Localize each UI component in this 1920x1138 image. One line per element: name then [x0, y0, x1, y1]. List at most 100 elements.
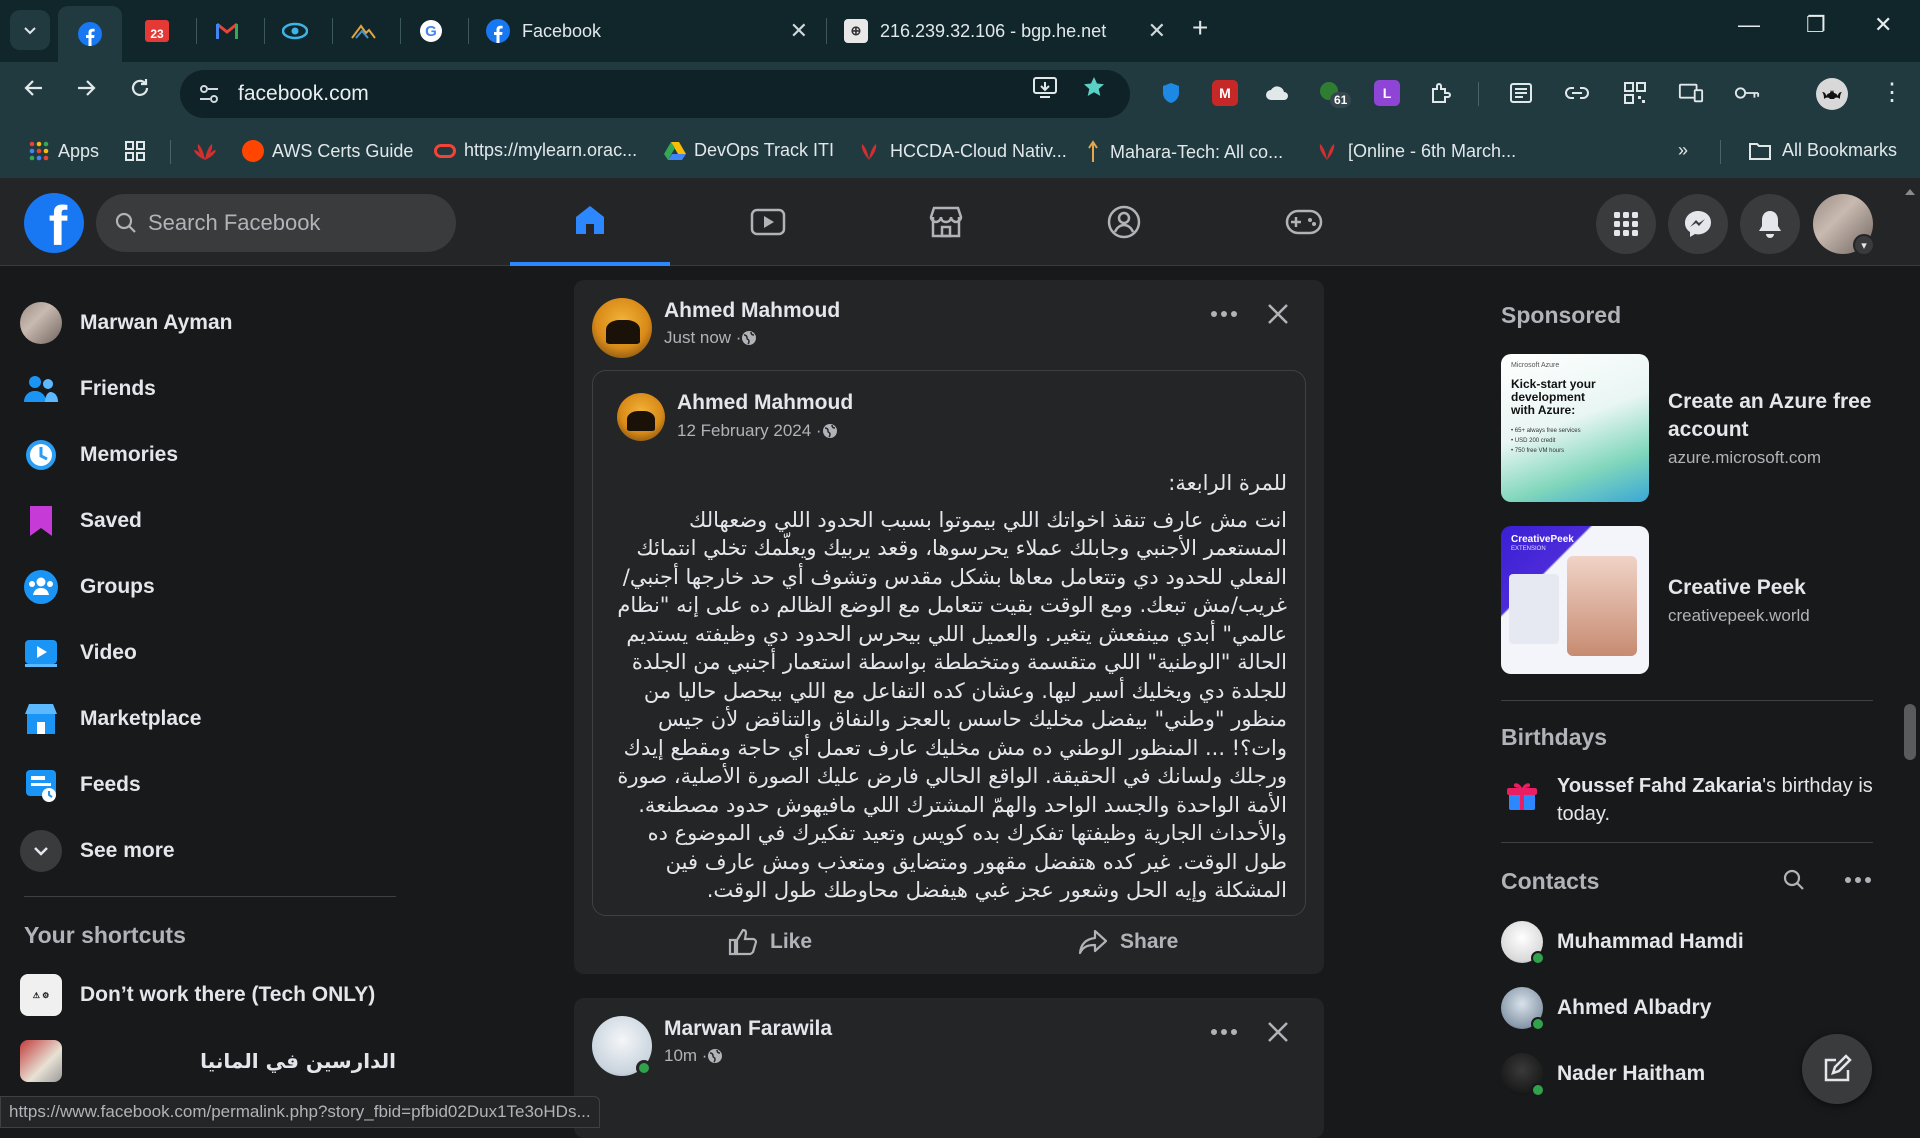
browser-menu-icon[interactable]: ⋮ — [1880, 78, 1904, 107]
scrollbar-thumb[interactable] — [1904, 704, 1916, 760]
page-scrollbar[interactable] — [1904, 186, 1916, 1128]
menu-button[interactable] — [1596, 194, 1656, 254]
qr-code-icon[interactable] — [1622, 80, 1648, 106]
post-timestamp[interactable]: 10m · — [664, 1046, 723, 1066]
pinned-tab-calendar[interactable]: 23 — [130, 10, 184, 52]
reload-icon[interactable] — [128, 76, 152, 100]
bookmark-aws-certs[interactable]: AWS Certs Guide — [242, 140, 413, 162]
shared-post-card[interactable]: Ahmed Mahmoud 12 February 2024 · للمرة ا… — [592, 370, 1306, 916]
shared-author-avatar[interactable] — [617, 393, 665, 441]
scroll-up-arrow-icon[interactable] — [1904, 186, 1916, 198]
sidebar-item-saved[interactable]: Saved — [20, 494, 142, 548]
ad-image-creativepeek[interactable]: CreativePeek EXTENSION — [1501, 526, 1649, 674]
hide-post-close-icon[interactable] — [1266, 1020, 1290, 1044]
bookmark-apps[interactable]: Apps — [28, 140, 99, 162]
sidebar-item-groups[interactable]: Groups — [20, 560, 155, 614]
nav-tab-marketplace[interactable] — [866, 178, 1026, 266]
install-app-icon[interactable] — [1032, 75, 1058, 99]
messenger-button[interactable] — [1668, 194, 1728, 254]
more-options-icon[interactable] — [1210, 310, 1238, 318]
close-icon[interactable]: ✕ — [790, 18, 808, 44]
address-bar[interactable]: facebook.com — [180, 70, 1130, 118]
hide-post-close-icon[interactable] — [1266, 302, 1290, 326]
pinned-tab-mountain[interactable] — [336, 10, 390, 52]
shortcut-item[interactable]: الدارسين في المانيا — [20, 1034, 396, 1088]
more-bookmarks-chevron-icon[interactable]: » — [1678, 140, 1688, 161]
nav-tab-home[interactable] — [510, 178, 670, 266]
bookmark-devops-track[interactable]: DevOps Track ITI — [664, 140, 834, 161]
extension-shield-icon[interactable] — [1158, 80, 1184, 106]
ad-title[interactable]: Creative Peek — [1668, 574, 1888, 602]
pinned-tab-google[interactable]: G — [404, 10, 458, 52]
sidebar-item-feeds[interactable]: Feeds — [20, 758, 141, 812]
address-url[interactable]: facebook.com — [238, 82, 369, 106]
forward-arrow-icon[interactable] — [74, 76, 98, 100]
ad-title[interactable]: Create an Azure free account — [1668, 388, 1888, 444]
post-timestamp[interactable]: Just now · — [664, 328, 757, 348]
link-icon[interactable] — [1564, 80, 1590, 106]
window-close-icon[interactable]: ✕ — [1874, 12, 1892, 38]
shortcut-item[interactable]: ⚠ ⚙ Don’t work there (Tech ONLY) — [20, 968, 375, 1022]
chevron-down-icon[interactable]: ▾ — [1853, 234, 1875, 256]
contact-item[interactable]: Ahmed Albadry — [1501, 982, 1711, 1034]
sidebar-item-video[interactable]: Video — [20, 626, 137, 680]
bookmark-mylearn[interactable]: https://mylearn.orac... — [434, 140, 637, 161]
facebook-logo[interactable]: f — [24, 193, 84, 253]
pinned-tab-eye[interactable] — [268, 10, 322, 52]
bookmark-huawei[interactable] — [192, 140, 218, 162]
tab-bgp[interactable]: ⊕ 216.239.32.106 - bgp.he.net ✕ — [830, 6, 1180, 56]
contacts-more-icon[interactable] — [1844, 876, 1872, 884]
bookmark-hccda[interactable]: HCCDA-Cloud Nativ... — [856, 140, 1067, 162]
shared-post-date[interactable]: 12 February 2024 · — [677, 421, 838, 441]
bookmark-tab-groups[interactable] — [124, 140, 146, 162]
bookmark-star-icon[interactable] — [1082, 75, 1106, 99]
tab-facebook[interactable]: Facebook ✕ — [472, 6, 822, 56]
reading-list-icon[interactable] — [1508, 80, 1534, 106]
post-author-name[interactable]: Marwan Farawila — [664, 1017, 832, 1041]
contact-item[interactable]: Muhammad Hamdi — [1501, 916, 1744, 968]
extensions-puzzle-icon[interactable] — [1428, 80, 1454, 106]
bookmark-mahara[interactable]: Mahara-Tech: All co... — [1086, 140, 1283, 164]
sidebar-item-marketplace[interactable]: Marketplace — [20, 692, 201, 746]
post-author-name[interactable]: Ahmed Mahmoud — [664, 299, 840, 323]
nav-tab-gaming[interactable] — [1224, 178, 1384, 266]
shared-date-text: 12 February 2024 · — [677, 421, 822, 440]
browser-profile-avatar[interactable] — [1816, 78, 1848, 110]
birthday-text[interactable]: Youssef Fahd Zakaria's birthday is today… — [1557, 772, 1877, 828]
search-input[interactable] — [148, 210, 448, 236]
bookmark-online-march[interactable]: [Online - 6th March... — [1314, 140, 1516, 162]
shared-author-name[interactable]: Ahmed Mahmoud — [677, 391, 853, 415]
sidebar-item-memories[interactable]: Memories — [20, 428, 178, 482]
extension-cloud-icon[interactable] — [1264, 80, 1290, 106]
more-options-icon[interactable] — [1210, 1028, 1238, 1036]
nav-tab-groups[interactable] — [1044, 178, 1204, 266]
site-info-icon[interactable] — [198, 84, 220, 104]
like-button[interactable]: Like — [728, 928, 812, 956]
minimize-icon[interactable]: — — [1738, 12, 1760, 38]
back-arrow-icon[interactable] — [22, 76, 46, 100]
tab-search-button[interactable] — [10, 10, 50, 50]
contact-item[interactable]: Nader Haitham — [1501, 1048, 1705, 1100]
restore-icon[interactable]: ❐ — [1806, 12, 1826, 38]
ad-image-azure[interactable]: Microsoft Azure Kick-start your developm… — [1501, 354, 1649, 502]
extension-mcafee-icon[interactable]: M — [1212, 80, 1238, 106]
extension-badge-icon[interactable]: 61 — [1318, 80, 1352, 108]
all-bookmarks-folder[interactable]: All Bookmarks — [1748, 140, 1897, 161]
pinned-tab-gmail[interactable] — [200, 10, 254, 52]
notifications-button[interactable] — [1740, 194, 1800, 254]
new-message-button[interactable] — [1802, 1034, 1872, 1104]
device-icon[interactable] — [1678, 80, 1704, 106]
nav-tab-video[interactable] — [688, 178, 848, 266]
pinned-tab-facebook[interactable] — [58, 6, 122, 62]
extension-l-icon[interactable]: L — [1374, 80, 1400, 106]
sidebar-item-friends[interactable]: Friends — [20, 362, 156, 416]
close-icon[interactable]: ✕ — [1148, 18, 1166, 44]
contacts-search-icon[interactable] — [1782, 868, 1806, 892]
sidebar-item-profile[interactable]: Marwan Ayman — [20, 296, 233, 350]
author-avatar[interactable] — [592, 298, 652, 358]
facebook-search-box[interactable] — [96, 194, 456, 252]
password-key-icon[interactable] — [1734, 80, 1760, 106]
new-tab-plus-icon[interactable]: + — [1192, 12, 1208, 44]
share-button[interactable]: Share — [1078, 928, 1178, 956]
sidebar-item-see-more[interactable]: See more — [20, 824, 175, 878]
